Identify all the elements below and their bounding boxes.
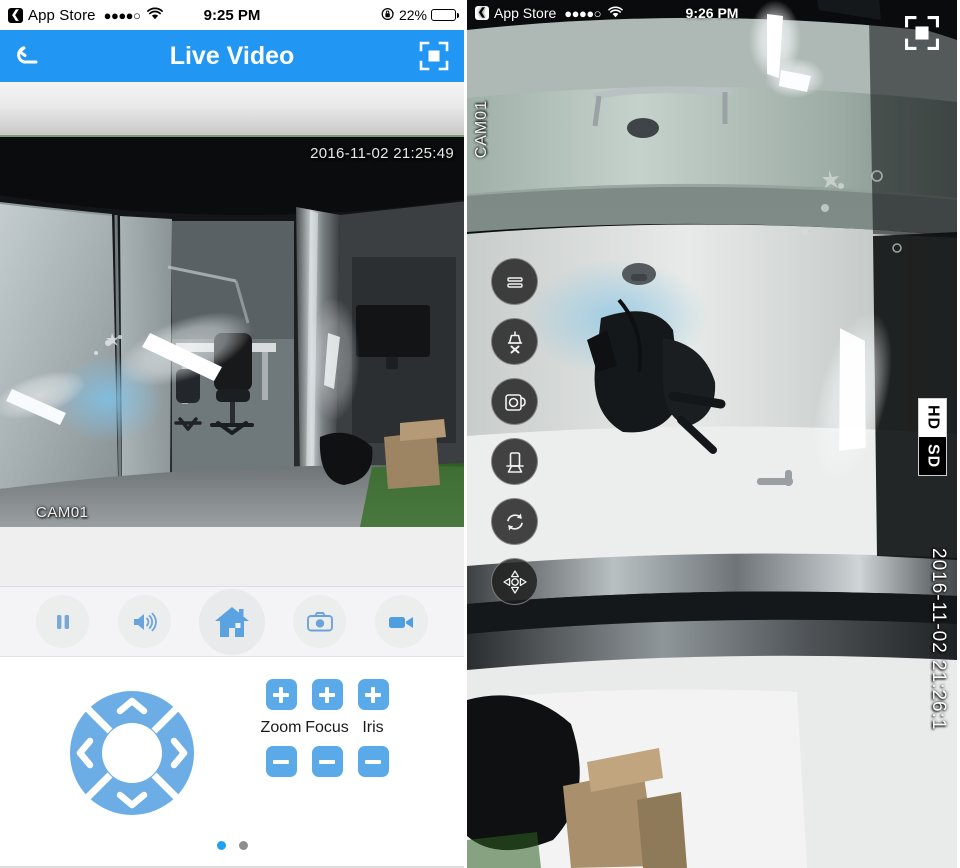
ptz-dpad[interactable]: [68, 689, 196, 817]
page-title: Live Video: [169, 41, 295, 70]
plus-button-row: [258, 679, 396, 710]
pause-icon: [56, 614, 69, 629]
ptz-panel: Zoom Focus Iris: [0, 657, 464, 868]
quality-selector[interactable]: HD SD: [918, 398, 947, 476]
video-camera-label: CAM01: [473, 100, 490, 159]
page-indicator: [0, 841, 464, 850]
snapshot-button[interactable]: [491, 378, 538, 425]
playback-controls: [0, 587, 464, 657]
video-timestamp: 2016-11-02 21:26:1: [928, 548, 949, 731]
pause-icon: [506, 276, 523, 288]
speaker-icon: [134, 612, 157, 631]
signal-strength-icon: ●●●●○: [103, 7, 141, 23]
rotation-lock-icon: [381, 7, 395, 24]
wifi-icon: [608, 5, 623, 21]
audio-button[interactable]: [117, 595, 171, 648]
zoom-minus-button[interactable]: [265, 746, 297, 777]
video-camera-icon: [389, 616, 414, 628]
video-bottom-band: [0, 527, 464, 587]
right-phone-screen: ❮ App Store ●●●●○ 9:26 PM CAM01 2016-11-…: [467, 0, 957, 868]
pause-button[interactable]: [36, 595, 90, 648]
exit-fullscreen-button[interactable]: [903, 14, 941, 57]
status-bar-left: ❮ App Store ●●●●○: [8, 6, 164, 24]
record-icon: [505, 451, 524, 473]
status-bar-left: ❮ App Store ●●●●○: [475, 5, 623, 21]
page-dot-2[interactable]: [238, 841, 248, 850]
left-phone-screen: ❮ App Store ●●●●○ 9:25 PM 22% Live Video…: [0, 0, 467, 868]
home-button[interactable]: [198, 588, 265, 655]
zoom-label: Zoom: [260, 719, 302, 736]
battery-icon: [431, 9, 459, 21]
battery-percent-label: 22%: [398, 7, 427, 23]
focus-label: Focus: [305, 719, 349, 736]
video-scene: [0, 137, 464, 527]
nav-bar: Live Video: [0, 30, 464, 82]
focus-minus-button[interactable]: [311, 746, 343, 777]
status-back-icon[interactable]: ❮: [475, 6, 489, 20]
status-carrier-label: App Store: [28, 6, 96, 24]
status-carrier-label: App Store: [494, 5, 557, 21]
page-dot-1[interactable]: [216, 841, 226, 850]
back-arrow-icon: [17, 46, 38, 64]
fullscreen-icon: [419, 41, 449, 71]
video-toolbar: [491, 258, 538, 605]
fullscreen-button[interactable]: [418, 40, 450, 72]
status-back-icon[interactable]: ❮: [8, 7, 23, 23]
status-bar: ❮ App Store ●●●●○ 9:25 PM 22%: [0, 0, 464, 30]
screenshot-root: ❮ App Store ●●●●○ 9:25 PM 22% Live Video…: [0, 0, 960, 868]
camera-icon: [306, 611, 333, 631]
zoom-focus-iris-controls: Zoom Focus Iris: [258, 679, 396, 777]
back-button[interactable]: [14, 42, 44, 70]
camera-icon: [504, 393, 526, 411]
dpad-icon: [502, 569, 527, 594]
refresh-icon: [506, 513, 523, 530]
pause-button[interactable]: [491, 258, 538, 305]
zoom-focus-iris-labels: Zoom Focus Iris: [258, 719, 396, 737]
mute-button[interactable]: [491, 318, 538, 365]
home-icon: [214, 606, 249, 637]
status-bar: ❮ App Store ●●●●○ 9:26 PM: [467, 0, 957, 26]
zoom-plus-button[interactable]: [265, 679, 297, 710]
iris-minus-button[interactable]: [357, 746, 389, 777]
video-top-band: [0, 82, 464, 137]
snapshot-button[interactable]: [293, 595, 347, 648]
quality-option-hd[interactable]: HD: [919, 399, 946, 437]
speaker-mute-icon: [507, 330, 522, 353]
signal-strength-icon: ●●●●○: [564, 5, 602, 21]
minus-button-row: [258, 746, 396, 777]
live-video-feed[interactable]: 2016-11-02 21:25:49 CAM01: [0, 137, 464, 527]
ptz-button[interactable]: [491, 558, 538, 605]
wifi-icon: [147, 7, 164, 24]
video-timestamp: 2016-11-02 21:25:49: [310, 145, 454, 162]
video-camera-label: CAM01: [36, 504, 89, 521]
quality-option-sd[interactable]: SD: [919, 437, 946, 475]
fullscreen-video-scene[interactable]: [467, 0, 957, 868]
record-button[interactable]: [374, 595, 428, 648]
iris-label: Iris: [362, 719, 384, 736]
focus-plus-button[interactable]: [311, 679, 343, 710]
record-button[interactable]: [491, 438, 538, 485]
refresh-button[interactable]: [491, 498, 538, 545]
exit-fullscreen-icon: [905, 16, 939, 50]
status-bar-right: 22%: [381, 7, 459, 24]
iris-plus-button[interactable]: [357, 679, 389, 710]
